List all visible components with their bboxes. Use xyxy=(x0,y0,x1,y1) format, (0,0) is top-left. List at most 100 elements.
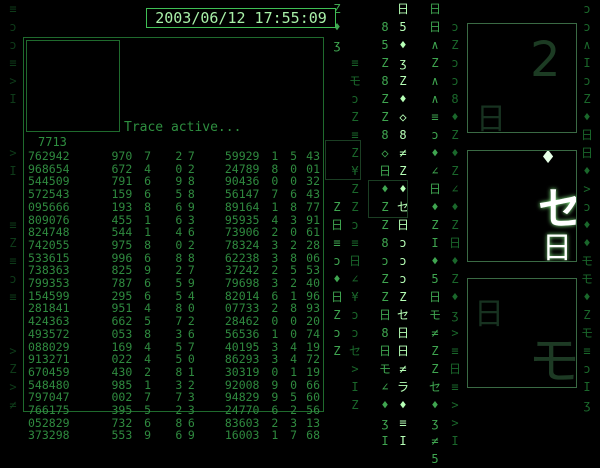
table-cell: 5 xyxy=(175,276,183,291)
table-cell: 6 xyxy=(175,199,183,214)
ghost-frame xyxy=(325,140,361,180)
table-cell: 56147 xyxy=(224,187,260,202)
table-cell: 40 xyxy=(306,276,320,291)
table-cell: 19 xyxy=(306,364,320,379)
camera-glyph-ghost: 日 xyxy=(474,297,504,332)
table-cell: 7 xyxy=(144,149,152,163)
table-cell: 493572 xyxy=(28,326,70,341)
table-cell: 5 xyxy=(144,403,152,418)
table-cell: 8 xyxy=(144,326,152,341)
table-cell: 095666 xyxy=(28,199,70,214)
table-row: 670459 430 2 8 1 30319 0 1 19 xyxy=(28,366,320,379)
rain-column: ≡ モ ɔ Z ≡ Z ¥ Z Z ɔ ≡ 日 ∠ ¥ ɔ ɔ セ > I Z xyxy=(348,56,361,412)
table-cell: 0 xyxy=(290,314,298,329)
table-cell: 1 xyxy=(271,326,279,341)
preview-box xyxy=(26,40,120,132)
table-cell: 6 xyxy=(144,276,152,291)
table-cell: 970 xyxy=(111,149,133,163)
table-cell: 053 xyxy=(111,326,133,341)
table-row: 493572 053 8 3 6 56536 1 0 74 xyxy=(28,328,320,341)
table-row: 572543 159 6 5 8 56147 7 6 43 xyxy=(28,188,320,201)
table-cell: 43 xyxy=(306,187,320,202)
table-row: 762942 970 7 2 7 59929 1 5 43 xyxy=(28,150,320,163)
table-cell: 3 xyxy=(271,276,279,291)
table-row: 373298 553 9 6 9 16003 1 7 68 xyxy=(28,429,320,442)
table-cell: 0 xyxy=(271,364,279,379)
table-cell: 662 xyxy=(111,314,133,329)
camera-glyph-secondary: 日 xyxy=(542,231,572,262)
table-cell: 9 xyxy=(144,428,152,443)
table-row: 766175 395 5 2 3 24770 6 2 56 xyxy=(28,404,320,417)
table-cell: 28462 xyxy=(224,314,260,329)
table-cell: 24770 xyxy=(224,403,260,418)
rain-column: ≡ ɔ ɔ ≡ > I > I ≡ Z ≡ ɔ ≡ > Z > ≠ xyxy=(9,2,17,412)
rain-column: 日 5 ♦ ʒ Z ♦ ◇ 8 ≠ Z ♦ セ 日 ɔ ɔ ɔ Z セ 日 日 … xyxy=(396,2,409,448)
camera-glyph-top: 2 xyxy=(530,32,561,88)
table-cell: 9 xyxy=(187,428,195,443)
table-cell: 2 xyxy=(290,276,298,291)
table-cell: 77 xyxy=(306,199,320,214)
table-cell: 8 xyxy=(175,364,183,379)
camera-panel-middle: セ 日 ♦ xyxy=(467,150,577,262)
table-cell: 6 xyxy=(144,187,152,202)
table-cell: 78324 xyxy=(224,237,260,252)
table-cell: 430 xyxy=(111,364,133,379)
table-cell: 2 xyxy=(290,237,298,252)
table-row: 095666 193 8 6 9 89164 1 8 77 xyxy=(28,201,320,214)
camera-panel-top: 2 日 xyxy=(467,23,577,133)
table-cell: 8 xyxy=(144,199,152,214)
table-cell: 7 xyxy=(175,314,183,329)
table-cell: 28 xyxy=(306,237,320,252)
ghost-frame xyxy=(368,180,408,218)
table-cell: 7 xyxy=(290,428,298,443)
table-cell: 0 xyxy=(175,237,183,252)
rain-column: Z ♦ ʒ Z 日 ≡ ɔ ♦ 日 Z ɔ Z xyxy=(330,2,343,358)
table-cell: 787 xyxy=(111,276,133,291)
table-cell: 1 xyxy=(187,364,195,379)
table-cell: 3 xyxy=(175,326,183,341)
table-cell: 6 xyxy=(271,403,279,418)
table-cell: 8 xyxy=(290,199,298,214)
table-cell: 74 xyxy=(306,326,320,341)
camera-panel-bottom: モ 日 xyxy=(467,278,577,388)
table-cell: 1 xyxy=(290,364,298,379)
table-cell: 553 xyxy=(111,428,133,443)
table-cell: 89164 xyxy=(224,199,260,214)
table-cell: 424363 xyxy=(28,314,70,329)
table-cell: 8 xyxy=(144,237,152,252)
timestamp-display: 2003/06/12 17:55:09 xyxy=(146,8,336,28)
table-cell: 20 xyxy=(306,314,320,329)
rain-column: ɔ Z ɔ ɔ 8 ♦ Z ♦ Z ∠ ♦ Z 日 ♦ Z ♦ ʒ > ≡ 日 … xyxy=(448,20,461,448)
table-row: 424363 662 5 7 2 28462 0 0 20 xyxy=(28,315,320,328)
table-cell: 3 xyxy=(271,237,279,252)
table-cell: 0 xyxy=(290,326,298,341)
table-cell: 373298 xyxy=(28,428,70,443)
table-row: 742055 975 8 0 2 78324 3 2 28 xyxy=(28,239,320,252)
table-cell: 7 xyxy=(271,187,279,202)
table-cell: 762942 xyxy=(28,149,70,163)
table-cell: 3 xyxy=(187,403,195,418)
table-cell: 2 xyxy=(290,403,298,418)
table-cell: 2 xyxy=(187,237,195,252)
table-cell: 1 xyxy=(271,428,279,443)
table-cell: 1 xyxy=(271,149,279,163)
trace-data-table: 762942 970 7 2 7 59929 1 5 43 968654 672 4 0 2 24789 8 0… xyxy=(28,150,320,442)
table-row: 799353 787 6 5 9 79698 3 2 40 xyxy=(28,277,320,290)
table-cell: 59929 xyxy=(224,149,260,163)
table-cell: 16003 xyxy=(224,428,260,443)
table-cell: 395 xyxy=(111,403,133,418)
trace-id: 7713 xyxy=(38,135,67,149)
table-cell: 5 xyxy=(144,314,152,329)
trace-status-text: Trace active... xyxy=(124,120,242,135)
table-cell: 30319 xyxy=(224,364,260,379)
table-cell: 56536 xyxy=(224,326,260,341)
table-cell: 799353 xyxy=(28,276,70,291)
rain-column: ɔ ɔ ∧ I ɔ Z ♦ 日 日 ♦ > ɔ ♦ ♦ モ モ ♦ Z モ ≡ … xyxy=(580,2,593,412)
table-cell: 1 xyxy=(271,199,279,214)
table-cell: 9 xyxy=(187,199,195,214)
table-cell: 572543 xyxy=(28,187,70,202)
table-cell: 766175 xyxy=(28,403,70,418)
table-cell: 43 xyxy=(306,149,320,163)
rain-column: 日 日 ∧ Z ∧ ∧ ≡ ɔ ♦ ∠ 日 ♦ Z I ♦ 5 日 モ ≠ Z … xyxy=(428,2,441,466)
table-cell: 6 xyxy=(175,428,183,443)
